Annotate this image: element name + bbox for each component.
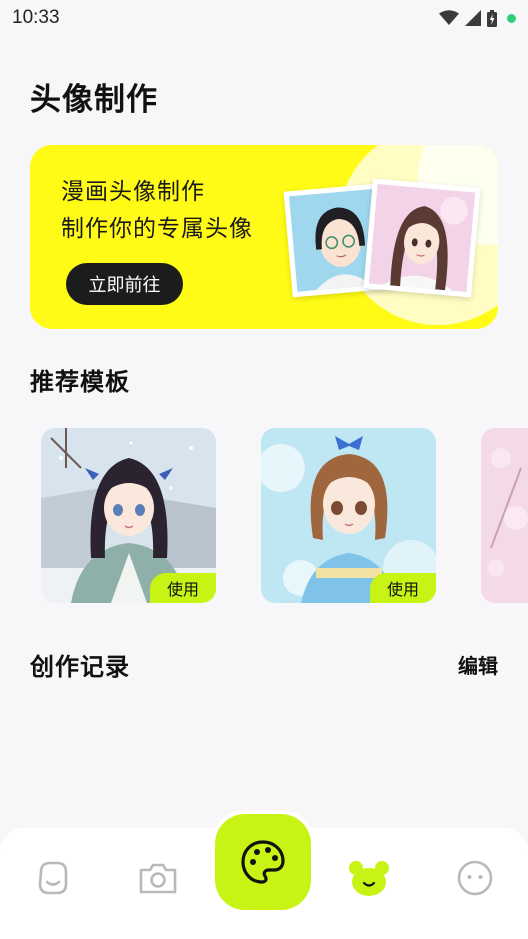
notification-dot [507,13,516,23]
face-neutral-icon [457,860,493,896]
go-now-button[interactable]: 立即前往 [66,263,183,305]
history-section-title: 创作记录 [30,653,130,681]
status-bar: 10:33 [0,0,528,36]
battery-icon [487,9,497,27]
tab-face-neutral[interactable] [453,856,497,900]
status-icons [439,9,516,27]
page-title: 头像制作 [30,82,158,118]
template-card-summer-girl[interactable]: 使用 [261,428,436,603]
use-template-button[interactable]: 使用 [370,573,436,603]
template-card-cherry-blossom[interactable] [481,428,528,603]
template-carousel[interactable]: 使用 使用 [0,428,528,604]
palette-icon [241,840,285,884]
banner-photo-long-hair-girl [363,178,481,298]
tab-palette[interactable] [215,814,311,910]
banner-subline: 制作你的专属头像 [61,216,253,242]
tab-camera[interactable] [136,856,180,900]
recommend-section-title: 推荐模板 [30,368,130,396]
template-card-snow-girl[interactable]: 使用 [41,428,216,603]
camera-icon [139,863,177,894]
signal-icon [465,10,481,26]
bear-icon [349,861,389,896]
use-template-button[interactable]: 使用 [150,573,216,603]
edit-button[interactable]: 编辑 [458,650,498,679]
wifi-icon [439,10,459,25]
tab-bear[interactable] [347,856,391,900]
template-image-cherry-blossom [481,428,528,603]
tab-face-smile[interactable] [31,856,75,900]
promo-banner[interactable]: 漫画头像制作 制作你的专属头像 立即前往 [30,145,498,329]
banner-headline: 漫画头像制作 [61,179,205,205]
status-time: 10:33 [12,7,60,28]
face-smile-icon [38,861,68,895]
